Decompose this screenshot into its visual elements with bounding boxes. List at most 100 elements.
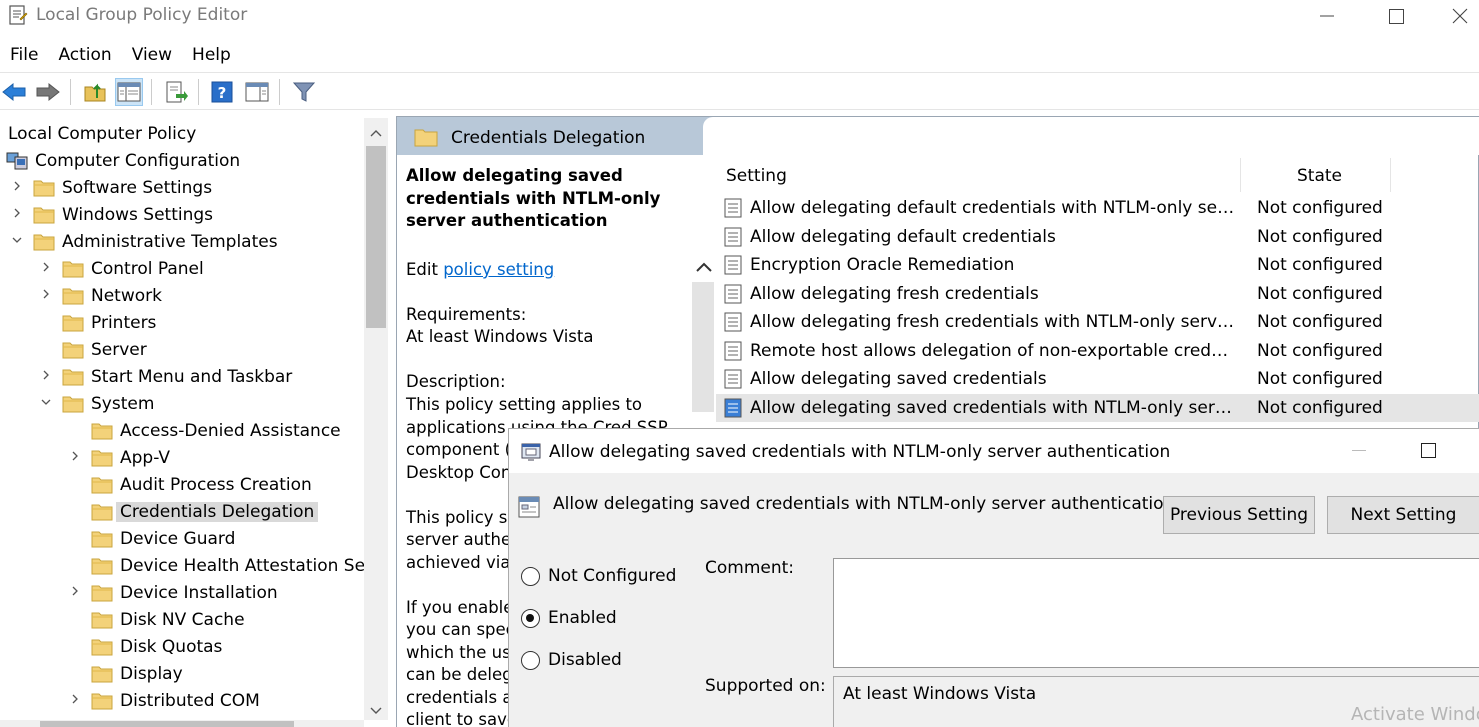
- details-header-title: Credentials Delegation: [451, 128, 646, 148]
- tree-hscroll-thumb[interactable]: [40, 721, 294, 727]
- radio-enabled[interactable]: Enabled: [521, 606, 617, 630]
- radio-button[interactable]: [521, 608, 540, 628]
- setting-row[interactable]: Allow delegating saved credentials Not co…: [716, 365, 1479, 393]
- folder-icon: [62, 288, 84, 304]
- menu-file[interactable]: File: [0, 40, 48, 70]
- dialog-policy-icon: [521, 443, 541, 461]
- tree-item[interactable]: Disk Quotas: [67, 633, 222, 660]
- description-scrollbar[interactable]: [692, 282, 714, 412]
- policy-setting-icon: [518, 496, 540, 518]
- tree-root[interactable]: Local Computer Policy: [8, 120, 196, 147]
- tree-item[interactable]: App-V: [67, 444, 170, 471]
- chevron-down-icon[interactable]: [40, 396, 52, 408]
- setting-row[interactable]: Allow delegating default credentials Not …: [716, 223, 1479, 251]
- comment-textarea[interactable]: [833, 558, 1479, 668]
- chevron-right-icon[interactable]: [69, 585, 81, 597]
- minimize-button[interactable]: [1297, 0, 1357, 32]
- chevron-right-icon[interactable]: [69, 693, 81, 705]
- tree-item[interactable]: Computer Configuration: [6, 147, 240, 174]
- setting-row[interactable]: Allow delegating fresh credentials with …: [716, 308, 1479, 336]
- up-one-level-button[interactable]: [81, 78, 109, 106]
- export-list-button[interactable]: [162, 78, 190, 106]
- column-divider[interactable]: [1390, 158, 1391, 192]
- tree-item[interactable]: Start Menu and Taskbar: [38, 363, 292, 390]
- menu-help[interactable]: Help: [182, 40, 241, 70]
- tree-item[interactable]: Server: [38, 336, 147, 363]
- forward-button[interactable]: [34, 78, 62, 106]
- tree-expander[interactable]: [38, 396, 54, 411]
- tree-expander[interactable]: [9, 207, 25, 222]
- column-header-setting[interactable]: Setting: [726, 166, 787, 186]
- tree-item[interactable]: Display: [67, 660, 183, 687]
- radio-not-configured[interactable]: Not Configured: [521, 564, 676, 588]
- tree-scroll-thumb[interactable]: [366, 146, 386, 328]
- show-hide-console-tree-button[interactable]: [115, 78, 143, 106]
- dialog-minimize-icon[interactable]: [1352, 450, 1366, 451]
- tree-expander[interactable]: [38, 369, 54, 384]
- policy-setting-link[interactable]: policy setting: [443, 260, 554, 279]
- chevron-right-icon[interactable]: [11, 207, 23, 219]
- dialog-maximize-icon[interactable]: [1421, 443, 1436, 458]
- close-button[interactable]: [1430, 0, 1479, 32]
- chevron-right-icon[interactable]: [40, 369, 52, 381]
- tree-item[interactable]: Distributed COM: [67, 687, 260, 714]
- setting-row[interactable]: Allow delegating default credentials wit…: [716, 194, 1479, 222]
- help-button[interactable]: ?: [208, 78, 236, 106]
- tree-expander[interactable]: [67, 693, 83, 708]
- tree-item[interactable]: Printers: [38, 309, 156, 336]
- radio-button[interactable]: [521, 650, 540, 670]
- description-text-line: credentials ar: [406, 687, 520, 707]
- chevron-right-icon[interactable]: [11, 180, 23, 192]
- chevron-down-icon[interactable]: [11, 234, 23, 246]
- tree-item[interactable]: Access-Denied Assistance: [67, 417, 341, 444]
- tree-item[interactable]: Credentials Delegation: [67, 498, 319, 525]
- tree-expander[interactable]: [9, 234, 25, 249]
- column-divider[interactable]: [1240, 158, 1241, 192]
- description-scroll-up-icon[interactable]: [692, 256, 716, 280]
- filter-icon: [292, 82, 316, 102]
- tree-item[interactable]: Control Panel: [38, 255, 204, 282]
- show-hide-action-pane-button[interactable]: [243, 78, 271, 106]
- setting-row[interactable]: Encryption Oracle Remediation Not configu…: [716, 251, 1479, 279]
- tree-item[interactable]: Software Settings: [9, 174, 212, 201]
- chevron-right-icon[interactable]: [69, 450, 81, 462]
- menu-action[interactable]: Action: [48, 40, 121, 70]
- action-pane-icon: [245, 82, 269, 102]
- setting-row[interactable]: Allow delegating fresh credentials Not co…: [716, 280, 1479, 308]
- toolbar: ?: [0, 72, 1479, 110]
- tree-item[interactable]: Windows Settings: [9, 201, 213, 228]
- chevron-right-icon[interactable]: [40, 261, 52, 273]
- tree-expander[interactable]: [67, 585, 83, 600]
- tree-expander[interactable]: [38, 288, 54, 303]
- radio-disabled[interactable]: Disabled: [521, 648, 622, 672]
- radio-button[interactable]: [521, 566, 540, 586]
- tree-item-label: Software Settings: [62, 177, 213, 198]
- tree-item[interactable]: Device Installation: [67, 579, 278, 606]
- description-text-line: achieved via: [406, 552, 511, 572]
- window-title: Local Group Policy Editor: [36, 5, 248, 25]
- tree-item[interactable]: Device Health Attestation Servi: [67, 552, 387, 579]
- folder-icon: [33, 207, 55, 223]
- setting-state: Not configured: [1257, 369, 1383, 389]
- setting-row[interactable]: Allow delegating saved credentials with …: [716, 393, 1479, 422]
- tree-item[interactable]: Device Guard: [67, 525, 235, 552]
- column-header-state[interactable]: State: [1297, 166, 1342, 186]
- menu-view[interactable]: View: [122, 40, 182, 70]
- tree-item[interactable]: Audit Process Creation: [67, 471, 312, 498]
- tree-item[interactable]: System: [38, 390, 154, 417]
- setting-row[interactable]: Remote host allows delegation of non-exp…: [716, 337, 1479, 365]
- previous-setting-button[interactable]: Previous Setting: [1163, 496, 1315, 534]
- console-tree: Local Computer Policy Computer Configurat…: [0, 118, 388, 727]
- tree-expander[interactable]: [67, 450, 83, 465]
- tree-expander[interactable]: [9, 180, 25, 195]
- tree-expander[interactable]: [38, 261, 54, 276]
- filter-button[interactable]: [290, 78, 318, 106]
- chevron-right-icon[interactable]: [40, 288, 52, 300]
- maximize-button[interactable]: [1366, 0, 1426, 32]
- tree-item[interactable]: Administrative Templates: [9, 228, 278, 255]
- back-button[interactable]: [0, 78, 28, 106]
- tree-item[interactable]: Disk NV Cache: [67, 606, 245, 633]
- tree-item[interactable]: Network: [38, 282, 162, 309]
- requirements-label: Requirements:: [406, 305, 527, 324]
- next-setting-button[interactable]: Next Setting: [1327, 496, 1479, 534]
